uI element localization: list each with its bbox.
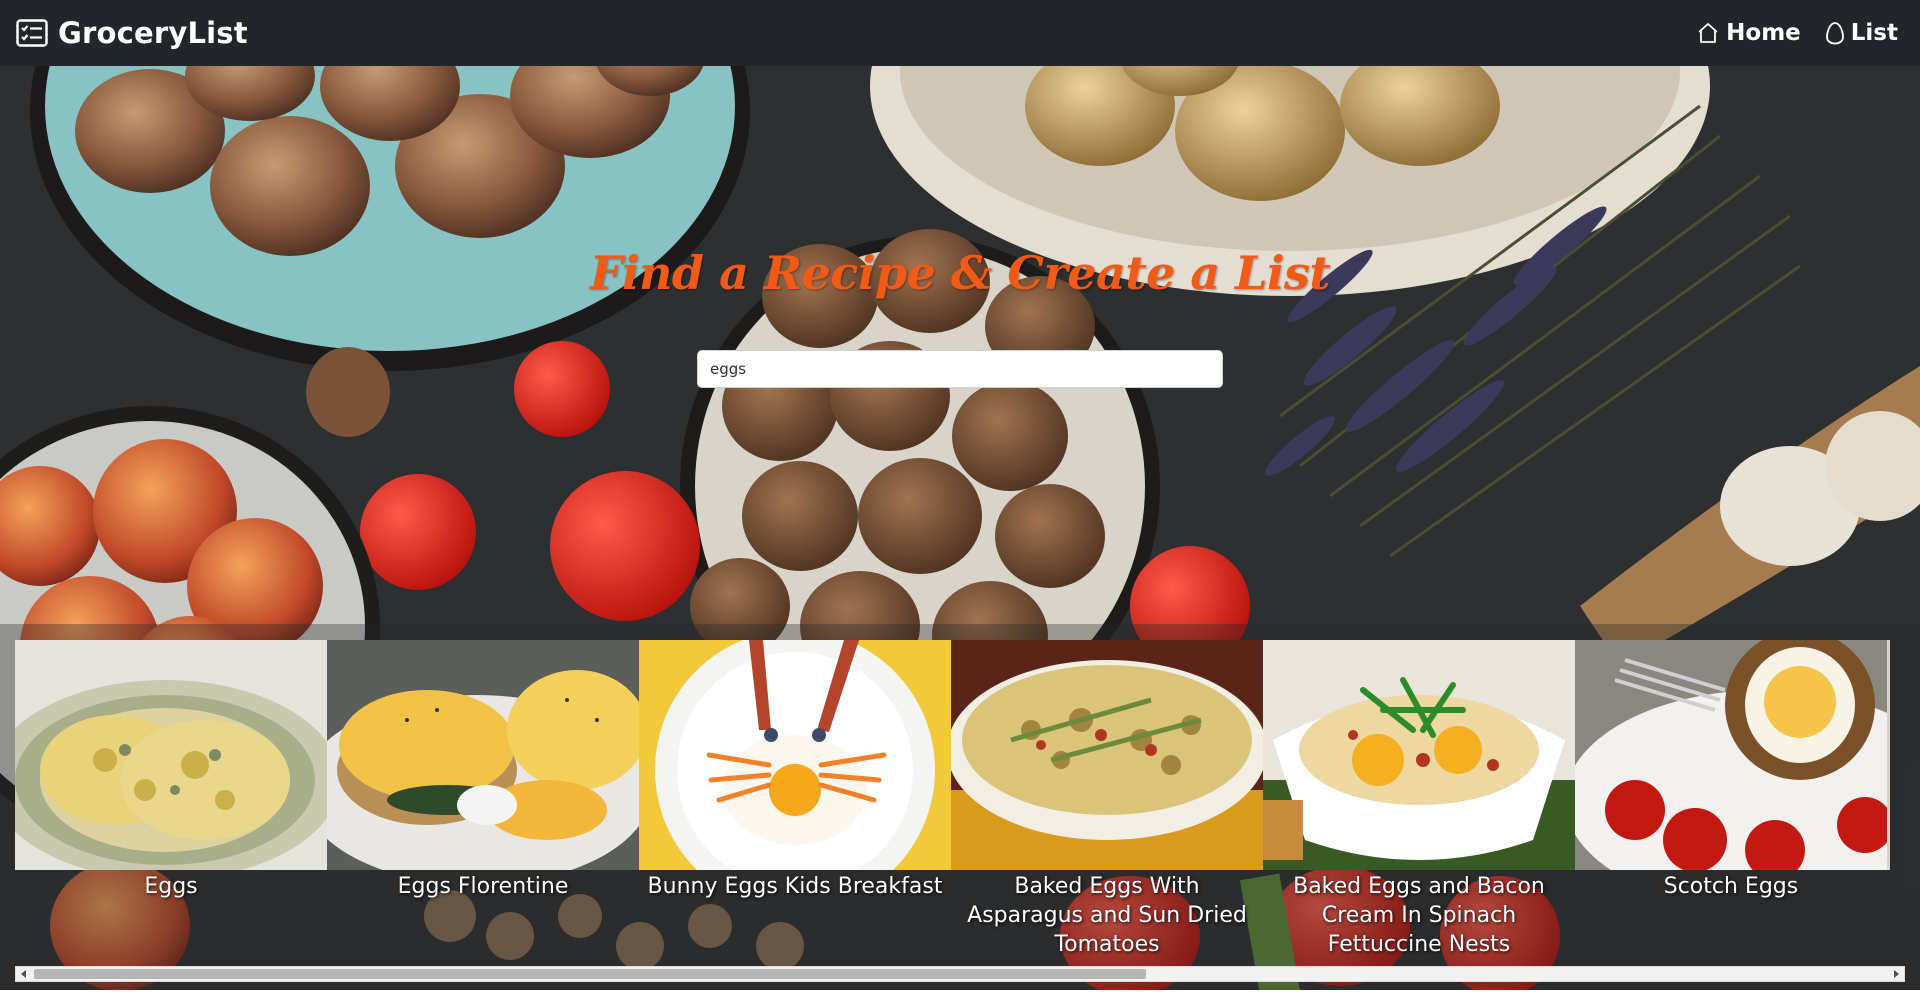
recipe-card[interactable]: Bunny Eggs Kids Breakfast xyxy=(639,640,951,970)
hero-title: Find a Recipe & Create a List xyxy=(589,246,1331,300)
nav-home-link[interactable]: Home xyxy=(1696,20,1801,46)
nav-home-label: Home xyxy=(1726,20,1801,46)
recipe-image xyxy=(951,640,1263,870)
scroll-right-arrow-icon[interactable] xyxy=(1888,967,1904,981)
recipe-card[interactable]: Baked Eggs and Bacon Cream In Spinach Fe… xyxy=(1263,640,1575,970)
recipe-image xyxy=(639,640,951,870)
brand-link[interactable]: GroceryList xyxy=(16,16,248,50)
nav-list-link[interactable]: List xyxy=(1825,20,1898,46)
list-card-icon xyxy=(16,19,48,47)
egg-icon xyxy=(1825,21,1845,45)
navbar: GroceryList Home List xyxy=(0,0,1920,66)
recipe-image xyxy=(15,640,327,870)
brand-name: GroceryList xyxy=(58,16,248,50)
hero-section: Find a Recipe & Create a List eggs Eggs … xyxy=(0,66,1920,998)
recipe-card[interactable]: Baked Eggs With Asparagus and Sun Dried … xyxy=(951,640,1263,970)
recipe-card-partial[interactable] xyxy=(1887,640,1890,870)
recipe-title: Eggs Florentine xyxy=(397,874,569,899)
nav-links: Home List xyxy=(1696,20,1904,46)
house-icon xyxy=(1696,21,1720,45)
page-bottom-edge xyxy=(0,990,1920,998)
recipe-results-strip: Eggs Eggs Florentine Bunny Eggs Kids Bre… xyxy=(0,624,1920,998)
recipe-card[interactable]: Eggs Florentine xyxy=(327,640,639,970)
recipe-title: Scotch Eggs xyxy=(1663,874,1799,899)
recipe-title: Baked Eggs With Asparagus and Sun Dried … xyxy=(967,874,1247,957)
recipe-title: Eggs xyxy=(144,874,198,899)
scrollbar-thumb[interactable] xyxy=(34,969,1146,979)
scroll-left-arrow-icon[interactable] xyxy=(16,967,32,981)
recipe-image xyxy=(1263,640,1575,870)
recipe-image xyxy=(1575,640,1887,870)
recipe-title: Bunny Eggs Kids Breakfast xyxy=(647,874,943,899)
search-input[interactable] xyxy=(697,350,1223,388)
recipe-card[interactable]: Scotch Eggs xyxy=(1575,640,1887,970)
recipe-card-list: Eggs Eggs Florentine Bunny Eggs Kids Bre… xyxy=(15,640,1890,970)
recipe-title: Baked Eggs and Bacon Cream In Spinach Fe… xyxy=(1293,874,1545,957)
nav-list-label: List xyxy=(1850,20,1898,46)
recipe-card[interactable]: Eggs xyxy=(15,640,327,970)
horizontal-scrollbar[interactable] xyxy=(15,966,1905,982)
recipe-image xyxy=(327,640,639,870)
